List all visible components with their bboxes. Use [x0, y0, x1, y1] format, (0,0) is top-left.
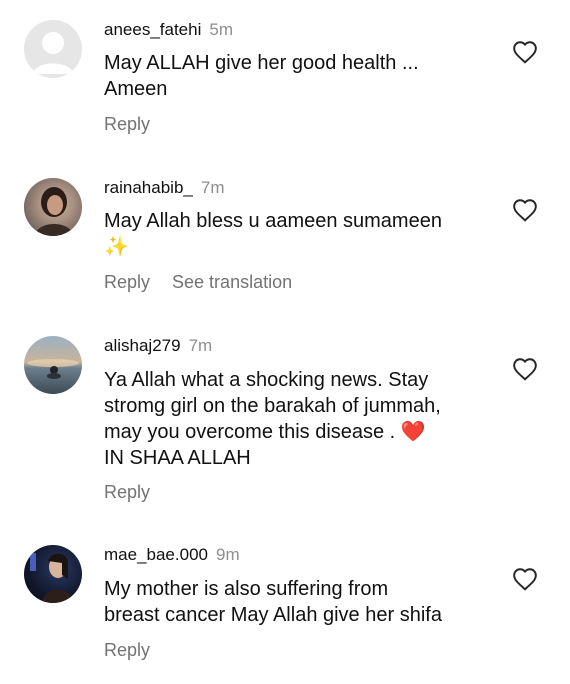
comment-actions: Reply [104, 640, 172, 661]
reply-button[interactable]: Reply [104, 272, 150, 292]
comment-actions: Reply [104, 482, 172, 503]
username[interactable]: mae_bae.000 [104, 545, 208, 564]
heart-outline-icon[interactable] [512, 40, 538, 64]
comment-line: breast cancer May Allah give her shifa [104, 604, 442, 626]
avatar[interactable] [24, 545, 82, 603]
avatar[interactable] [24, 336, 82, 394]
comment-line: may you overcome this disease . ❤️ [104, 421, 426, 443]
comment-text: My mother is also suffering from breast … [104, 576, 504, 628]
comment-line: My mother is also suffering from [104, 578, 389, 600]
comment-username-line: alishaj279 7m [104, 336, 212, 356]
sparkles-emoji: ✨ [104, 236, 129, 258]
comment-username-line: anees_fatehi 5m [104, 20, 233, 40]
timestamp: 7m [200, 178, 225, 197]
comment-text: Ya Allah what a shocking news. Stay stro… [104, 367, 504, 471]
comment-text: May Allah bless u aameen sumameen ✨ [104, 208, 504, 260]
comment-line: May ALLAH give her good health ... [104, 52, 419, 74]
timestamp: 5m [209, 20, 233, 39]
reply-button[interactable]: Reply [104, 640, 150, 660]
comment-actions: Reply [104, 114, 172, 135]
username[interactable]: anees_fatehi [104, 20, 201, 39]
timestamp: 9m [215, 545, 240, 564]
heart-outline-icon[interactable] [512, 198, 538, 222]
see-translation-button[interactable]: See translation [172, 272, 292, 292]
comment-actions: Reply See translation [104, 272, 314, 293]
profile-photo [27, 359, 79, 379]
heart-outline-icon[interactable] [512, 357, 538, 381]
comment-username-line: rainahabib_ 7m [104, 178, 224, 198]
reply-button[interactable]: Reply [104, 114, 150, 134]
profile-photo [30, 553, 74, 603]
comment-line: stromg girl on the barakah of jummah, [104, 395, 441, 417]
comment-username-line: mae_bae.000 9m [104, 545, 240, 565]
avatar[interactable] [24, 178, 82, 236]
comment-line: Ameen [104, 78, 168, 100]
timestamp: 7m [188, 336, 213, 355]
comment-line: IN SHAA ALLAH [104, 447, 251, 469]
reply-button[interactable]: Reply [104, 482, 150, 502]
comment-line: Ya Allah what a shocking news. Stay [104, 369, 429, 391]
username[interactable]: rainahabib_ [104, 178, 193, 197]
default-user-icon [32, 32, 74, 74]
heart-outline-icon[interactable] [512, 567, 538, 591]
avatar[interactable] [24, 20, 82, 78]
profile-photo [24, 178, 82, 236]
comment-text: May ALLAH give her good health ... Ameen [104, 50, 504, 102]
comment-line: May Allah bless u aameen sumameen [104, 210, 442, 232]
username[interactable]: alishaj279 [104, 336, 181, 355]
